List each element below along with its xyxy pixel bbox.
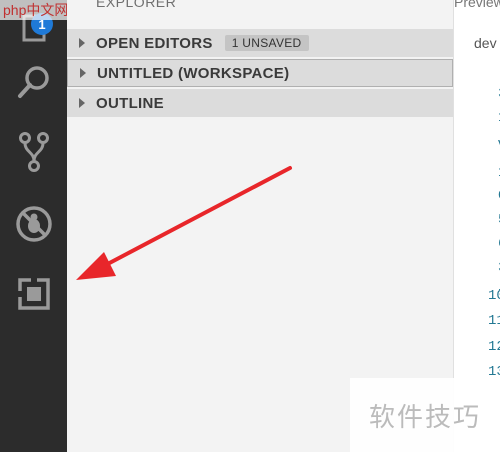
watermark-bottom: 软件技巧 [350,378,500,452]
